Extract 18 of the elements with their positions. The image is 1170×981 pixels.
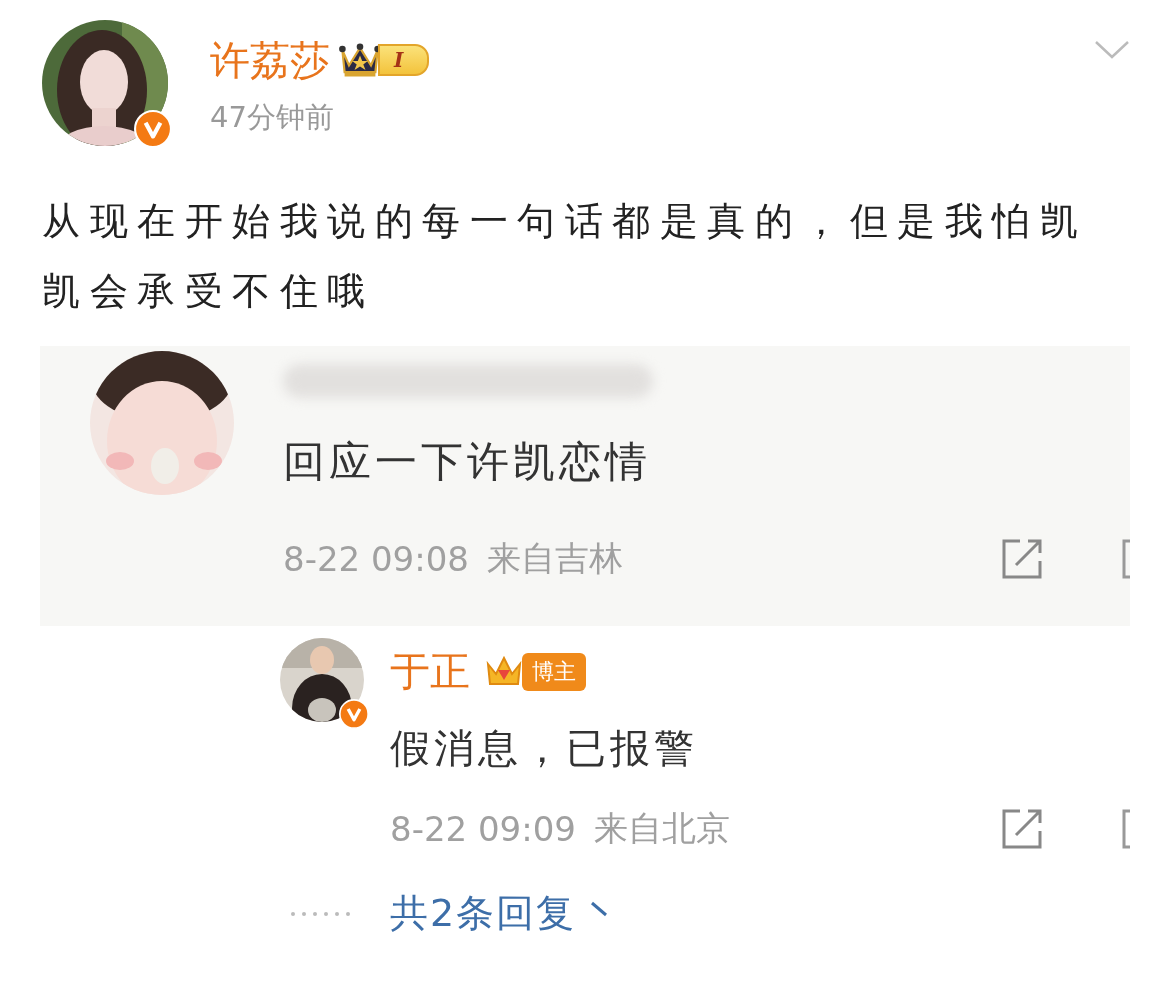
post-time: 47分钟前 (210, 99, 335, 136)
reply-author-name[interactable]: 于正 (390, 644, 470, 699)
comment-location: 来自吉林 (486, 537, 623, 580)
cropped-icon (1122, 809, 1130, 849)
share-icon[interactable] (1000, 807, 1044, 851)
comment-date: 8-22 09:08 (283, 539, 469, 579)
cropped-icon (1122, 539, 1130, 579)
reply-count-link[interactable]: 共2条回复 (390, 888, 577, 939)
chevron-down-icon[interactable] (1094, 40, 1130, 60)
reply-location: 来自北京 (593, 807, 730, 850)
share-icon[interactable] (1000, 537, 1044, 581)
post-text: 从现在开始我说的每一句话都是真的，但是我怕凯凯会承受不住哦 (42, 198, 1088, 315)
comment-text: 回应一下许凯恋情 (283, 436, 652, 488)
blogger-tag: 博主 (522, 652, 586, 691)
member-badge: I (338, 41, 430, 79)
reply-text: 假消息，已报警 (390, 724, 699, 773)
reply-date: 8-22 09:09 (390, 809, 576, 849)
author-name[interactable]: 许荔莎 (210, 34, 330, 86)
